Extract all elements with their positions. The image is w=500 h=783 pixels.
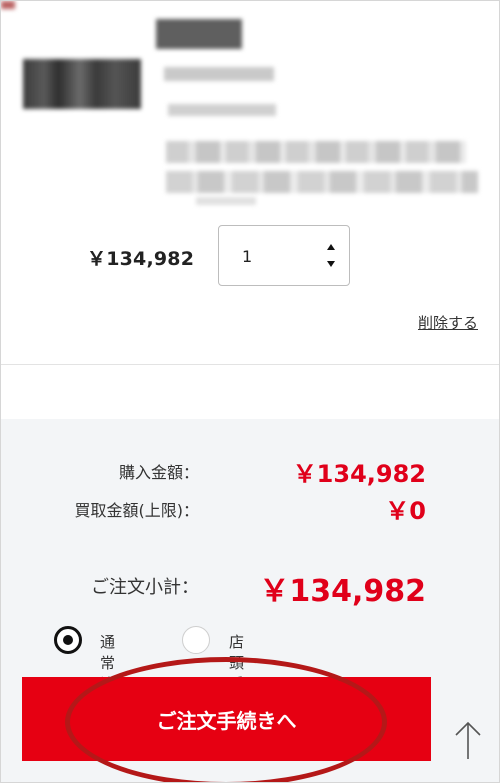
order-summary: 購入金額： ￥134,982 買取金額(上限)： ￥0 ご注文小計： ￥134,… bbox=[1, 419, 499, 782]
product-spec-redacted bbox=[196, 197, 256, 205]
product-name-redacted bbox=[164, 67, 274, 81]
product-image-detail bbox=[1, 1, 15, 9]
product-spec-redacted bbox=[166, 171, 478, 193]
quantity-value: 1 bbox=[242, 247, 253, 266]
decrement-arrow-icon[interactable] bbox=[327, 261, 335, 267]
radio-store-pickup-order[interactable] bbox=[182, 626, 210, 654]
buyback-amount-label: 買取金額(上限)： bbox=[74, 501, 200, 520]
order-subtotal-label: ご注文小計： bbox=[91, 577, 199, 598]
unit-price: ￥134,982 bbox=[87, 248, 195, 270]
buyback-amount-value: ￥0 bbox=[385, 497, 426, 525]
radio-normal-order[interactable] bbox=[54, 626, 82, 654]
product-brand-redacted bbox=[156, 19, 242, 49]
product-code-redacted bbox=[168, 104, 276, 116]
highlight-annotation-circle bbox=[65, 657, 387, 782]
product-image[interactable] bbox=[23, 59, 141, 109]
quantity-stepper[interactable]: 1 bbox=[218, 225, 350, 286]
product-spec-redacted bbox=[166, 141, 466, 163]
purchase-amount-value: ￥134,982 bbox=[292, 460, 426, 488]
cart-item: ￥134,982 1 削除する bbox=[1, 1, 499, 365]
increment-arrow-icon[interactable] bbox=[327, 244, 335, 250]
up-arrow-icon[interactable] bbox=[451, 719, 485, 761]
spinner-icon[interactable] bbox=[327, 244, 337, 270]
cart-panel: ￥134,982 1 削除する 購入金額： ￥134,982 買取金額(上限)：… bbox=[0, 0, 500, 783]
purchase-amount-label: 購入金額： bbox=[118, 463, 199, 482]
delete-item-link[interactable]: 削除する bbox=[418, 312, 478, 333]
order-subtotal-value: ￥134,982 bbox=[259, 574, 426, 609]
